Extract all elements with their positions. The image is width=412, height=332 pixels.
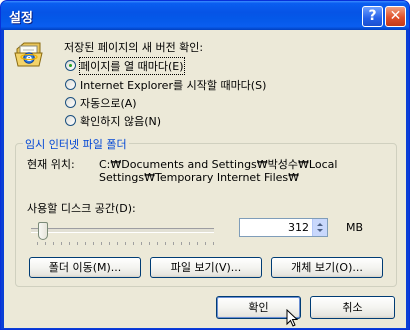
slider-tick xyxy=(85,242,86,245)
move-folder-button[interactable]: 폴더 이동(M)... xyxy=(29,257,141,278)
title-bar[interactable]: 설정 ? ✕ xyxy=(1,1,409,30)
slider-tick xyxy=(109,242,110,245)
slider-tick xyxy=(157,242,158,245)
slider-tick xyxy=(77,242,78,245)
check-prompt: 저장된 페이지의 새 버전 확인: xyxy=(64,41,204,54)
disk-space-slider-track[interactable] xyxy=(31,228,214,233)
window-title: 설정 xyxy=(9,11,33,26)
disk-space-value: 312 xyxy=(288,221,309,234)
slider-tick xyxy=(101,242,102,245)
settings-dialog: 설정 ? ✕ e 저장된 페이지의 새 버전 확인: 페이지를 열 때마다(E)… xyxy=(0,0,410,330)
disk-unit: MB xyxy=(346,221,364,234)
radio-never-label[interactable]: 확인하지 않음(N) xyxy=(80,113,161,129)
view-files-button[interactable]: 파일 보기(V)... xyxy=(150,257,262,278)
slider-tick xyxy=(149,242,150,245)
slider-tick xyxy=(117,242,118,245)
slider-tick xyxy=(189,242,190,245)
dialog-body: e 저장된 페이지의 새 버전 확인: 페이지를 열 때마다(E) Intern… xyxy=(4,30,406,328)
slider-tick xyxy=(61,242,62,245)
disk-space-input[interactable]: 312 xyxy=(239,218,328,237)
location-label: 현재 위치: xyxy=(27,158,75,171)
slider-ticks xyxy=(37,242,217,246)
radio-never[interactable] xyxy=(65,115,76,126)
slider-tick xyxy=(69,242,70,245)
slider-tick xyxy=(213,242,214,245)
radio-every-visit-label[interactable]: 페이지를 열 때마다(E) xyxy=(79,57,185,75)
radio-every-visit[interactable] xyxy=(65,60,76,71)
temp-files-group-title: 임시 인터넷 파일 폴더 xyxy=(23,136,129,152)
ie-page-icon: e xyxy=(14,41,46,69)
slider-tick xyxy=(205,242,206,245)
slider-tick xyxy=(141,242,142,245)
radio-automatic-label[interactable]: 자동으로(A) xyxy=(80,95,137,111)
disk-space-slider-thumb[interactable] xyxy=(37,222,48,240)
radio-every-start[interactable] xyxy=(65,79,76,90)
view-objects-button[interactable]: 개체 보기(O)... xyxy=(271,257,383,278)
location-path-line2: Settings₩Temporary Internet Files₩ xyxy=(99,171,300,184)
slider-tick xyxy=(125,242,126,245)
radio-every-start-label[interactable]: Internet Explorer를 시작할 때마다(S) xyxy=(80,77,266,93)
slider-tick xyxy=(173,242,174,245)
help-button[interactable]: ? xyxy=(362,6,383,27)
slider-tick xyxy=(133,242,134,245)
slider-tick xyxy=(181,242,182,245)
slider-tick xyxy=(165,242,166,245)
disk-space-spinner[interactable] xyxy=(312,219,327,236)
mouse-pointer-icon xyxy=(286,308,299,331)
slider-tick xyxy=(45,242,46,245)
slider-tick xyxy=(37,242,38,245)
radio-automatic[interactable] xyxy=(65,97,76,108)
slider-tick xyxy=(93,242,94,245)
location-path-line1: C:₩Documents and Settings₩박성수₩Local xyxy=(99,158,338,171)
disk-space-label: 사용할 디스크 공간(D): xyxy=(27,202,136,215)
slider-tick xyxy=(53,242,54,245)
slider-tick xyxy=(197,242,198,245)
close-button[interactable]: ✕ xyxy=(385,6,406,27)
cancel-button[interactable]: 취소 xyxy=(310,296,395,319)
